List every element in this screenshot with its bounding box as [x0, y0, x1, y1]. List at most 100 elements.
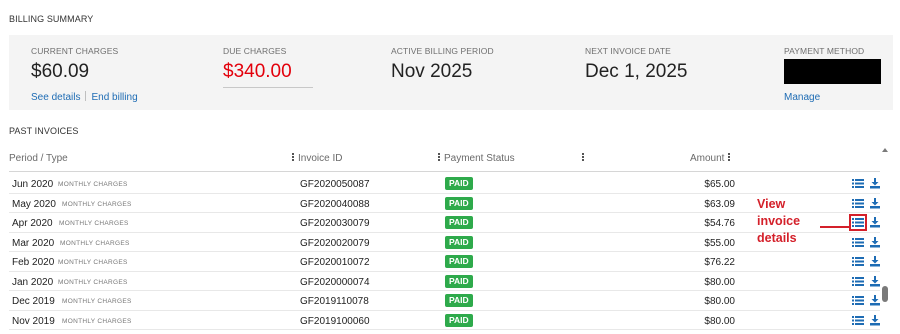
invoice-id-cell: GF2019110078 — [300, 296, 369, 307]
scrollbar-thumb[interactable] — [882, 286, 888, 302]
view-invoice-details-callout: View invoice details — [757, 196, 800, 247]
list-icon[interactable] — [852, 178, 864, 189]
list-icon[interactable] — [852, 237, 864, 248]
download-icon[interactable] — [869, 295, 881, 306]
column-header-invoice-id[interactable]: Invoice ID — [292, 153, 342, 164]
end-billing-link[interactable]: End billing — [91, 92, 137, 103]
next-invoice-date-value: Dec 1, 2025 — [585, 61, 688, 82]
table-row: Dec 2019 MONTHLY CHARGES GF2019110078 PA… — [9, 291, 880, 311]
vertical-scrollbar[interactable] — [881, 148, 890, 334]
next-invoice-date-label: NEXT INVOICE DATE — [585, 46, 671, 56]
list-icon[interactable] — [852, 198, 864, 209]
column-header-payment-status-label: Payment Status — [444, 153, 515, 164]
payment-method-links: Manage — [784, 87, 820, 105]
callout-arrow — [820, 226, 850, 228]
download-icon[interactable] — [869, 197, 881, 209]
status-badge: PAID — [445, 294, 473, 307]
column-header-period-label: Period / Type — [9, 153, 68, 164]
period-cell: Feb 2020 — [12, 257, 55, 268]
status-badge: PAID — [445, 313, 473, 327]
type-cell: MONTHLY CHARGES — [62, 317, 132, 325]
column-resize-grip-icon[interactable] — [728, 153, 731, 162]
due-charges-label: DUE CHARGES — [223, 46, 287, 56]
period-cell: May 2020 — [12, 198, 56, 210]
table-row: Mar 2020 MONTHLY CHARGES GF2020020079 PA… — [9, 233, 881, 252]
amount-cell: $76.22 — [704, 257, 735, 268]
type-cell: MONTHLY CHARGES — [58, 278, 128, 286]
due-charges-underline — [223, 87, 313, 88]
amount-cell: $63.09 — [704, 198, 735, 210]
period-cell: Mar 2020 — [12, 237, 55, 249]
table-row: Jan 2020 MONTHLY CHARGES GF2020000074 PA… — [9, 272, 881, 291]
active-billing-period-label: ACTIVE BILLING PERIOD — [391, 46, 494, 56]
period-cell: Apr 2020 — [12, 218, 53, 229]
invoices-table-header: Period / Type Invoice ID Payment Status … — [0, 148, 880, 172]
column-header-amount-label: Amount — [690, 153, 725, 164]
status-badge: PAID — [445, 255, 473, 268]
period-cell: Nov 2019 — [12, 315, 55, 327]
column-header-period[interactable]: Period / Type — [9, 153, 68, 164]
amount-cell: $80.00 — [704, 296, 735, 307]
table-row: Feb 2020 MONTHLY CHARGES GF2020010072 PA… — [9, 252, 880, 272]
period-cell: Dec 2019 — [12, 296, 55, 307]
list-icon[interactable] — [852, 256, 864, 267]
list-icon[interactable] — [849, 214, 867, 231]
past-invoices-title: PAST INVOICES — [9, 126, 79, 136]
current-charges-label: CURRENT CHARGES — [31, 46, 119, 56]
due-charges-value: $340.00 — [223, 61, 292, 82]
callout-line-1: View — [757, 197, 786, 211]
status-badge: PAID — [445, 177, 473, 190]
status-badge: PAID — [445, 235, 473, 249]
status-badge: PAID — [445, 196, 473, 210]
amount-cell: $80.00 — [704, 315, 735, 327]
invoice-id-cell: GF2020000074 — [300, 276, 370, 288]
invoice-id-cell: GF2020040088 — [300, 198, 370, 210]
type-cell: MONTHLY CHARGES — [58, 181, 128, 188]
invoice-id-cell: GF2020020079 — [300, 237, 370, 249]
column-resize-grip-icon[interactable] — [582, 153, 584, 162]
type-cell: MONTHLY CHARGES — [62, 200, 132, 208]
link-separator — [85, 91, 87, 101]
list-icon[interactable] — [852, 315, 864, 326]
period-cell: Jan 2020 — [12, 276, 54, 288]
list-icon[interactable] — [852, 276, 864, 287]
amount-cell: $54.76 — [704, 218, 735, 229]
see-details-link[interactable]: See details — [31, 92, 80, 103]
scroll-up-arrow-icon[interactable] — [882, 148, 888, 152]
type-cell: MONTHLY CHARGES — [62, 298, 132, 305]
list-icon[interactable] — [852, 295, 864, 306]
status-badge: PAID — [445, 216, 473, 229]
invoice-id-cell: GF2019100060 — [300, 315, 370, 327]
status-badge: PAID — [445, 274, 473, 288]
invoice-id-cell: GF2020030079 — [300, 218, 370, 229]
billing-summary-panel: CURRENT CHARGES $60.09 See details End bi… — [9, 35, 893, 110]
amount-cell: $65.00 — [704, 179, 735, 190]
type-cell: MONTHLY CHARGES — [59, 220, 129, 227]
column-header-amount[interactable]: Amount — [690, 153, 731, 164]
callout-line-3: details — [757, 231, 797, 245]
table-row: Apr 2020 MONTHLY CHARGES GF2020030079 PA… — [9, 213, 880, 233]
column-resize-grip[interactable] — [582, 153, 588, 164]
amount-cell: $80.00 — [704, 276, 735, 288]
manage-link[interactable]: Manage — [784, 92, 820, 103]
download-icon[interactable] — [869, 314, 881, 326]
column-header-payment-status[interactable]: Payment Status — [438, 153, 515, 164]
payment-method-redacted — [784, 59, 881, 84]
download-icon[interactable] — [869, 275, 881, 287]
table-row: Nov 2019 MONTHLY CHARGES GF2019100060 PA… — [9, 311, 881, 330]
payment-method-label: PAYMENT METHOD — [784, 46, 865, 56]
table-row: May 2020 MONTHLY CHARGES GF2020040088 PA… — [9, 194, 881, 213]
type-cell: MONTHLY CHARGES — [58, 259, 128, 266]
download-icon[interactable] — [869, 178, 881, 189]
table-row: Jun 2020 MONTHLY CHARGES GF2020050087 PA… — [9, 174, 880, 194]
callout-line-2: invoice — [757, 214, 801, 228]
current-charges-value: $60.09 — [31, 61, 90, 82]
billing-summary-title: BILLING SUMMARY — [9, 14, 94, 24]
download-icon[interactable] — [869, 256, 881, 267]
download-icon[interactable] — [869, 217, 881, 228]
column-header-invoice-id-label: Invoice ID — [298, 153, 343, 164]
column-resize-grip-icon[interactable] — [292, 153, 294, 162]
type-cell: MONTHLY CHARGES — [60, 239, 130, 247]
download-icon[interactable] — [869, 236, 881, 248]
column-resize-grip-icon[interactable] — [438, 153, 440, 162]
